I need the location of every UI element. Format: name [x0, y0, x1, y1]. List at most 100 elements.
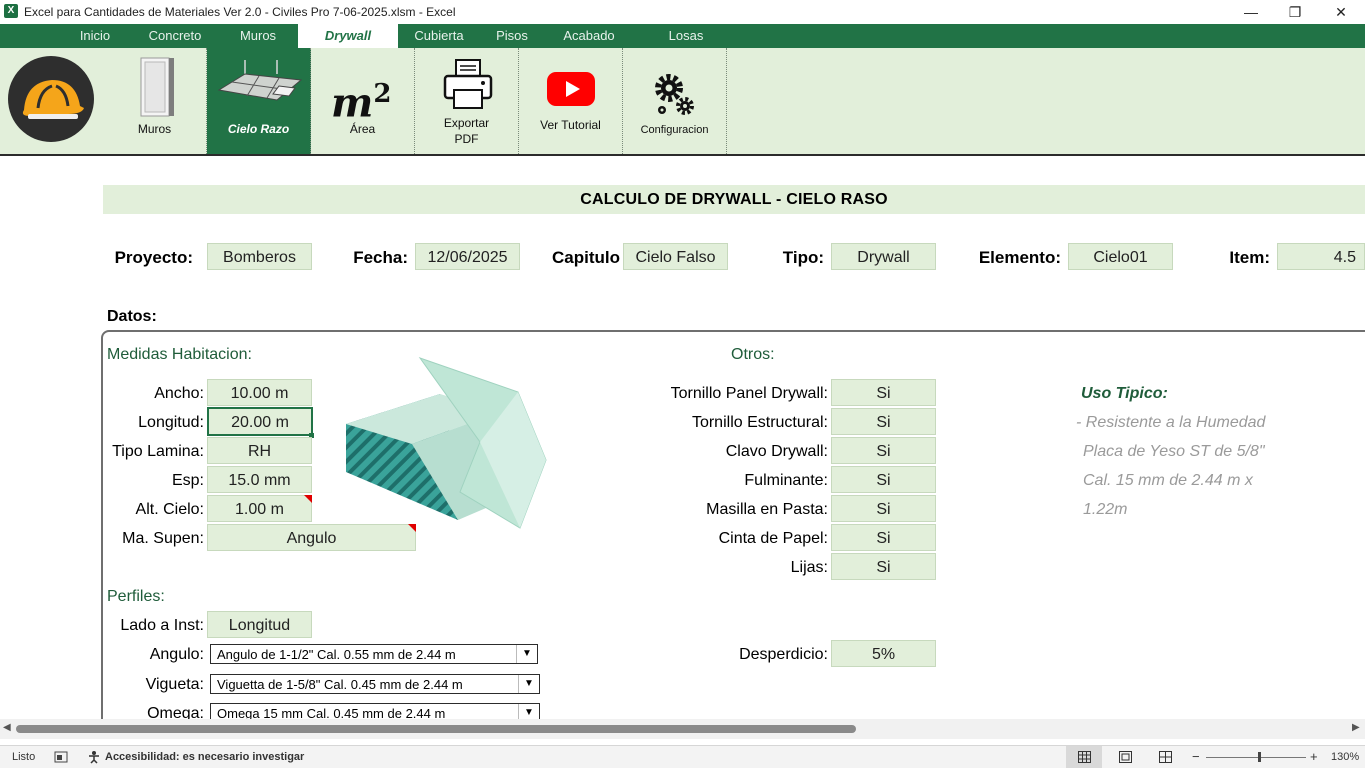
otros-value[interactable]: Si	[831, 524, 936, 551]
page-layout-view-icon[interactable]	[1119, 751, 1132, 763]
zoom-out-button[interactable]: −	[1192, 749, 1200, 764]
desperdicio-label: Desperdicio:	[739, 646, 828, 663]
youtube-icon	[547, 72, 595, 106]
menu-pisos[interactable]: Pisos	[484, 24, 540, 48]
macro-recorder-icon[interactable]	[54, 751, 68, 763]
horizontal-scrollbar[interactable]: ◀ ▶	[0, 719, 1365, 739]
alt-cielo-cell[interactable]: 1.00 m	[207, 495, 312, 522]
tipo-lamina-cell[interactable]: RH	[207, 437, 312, 464]
muros-button[interactable]: Muros	[103, 48, 207, 154]
elemento-cell[interactable]: Cielo01	[1068, 243, 1173, 270]
panel-icon	[140, 57, 174, 117]
esp-cell[interactable]: 15.0 mm	[207, 466, 312, 493]
longitud-label: Longitud:	[138, 414, 204, 431]
menu-cubierta[interactable]: Cubierta	[406, 24, 472, 48]
minimize-button[interactable]: —	[1228, 0, 1274, 24]
fecha-cell[interactable]: 12/06/2025	[415, 243, 520, 270]
uso-tipico-line: 1.22m	[1083, 501, 1128, 518]
scroll-right-icon[interactable]: ▶	[1352, 722, 1360, 733]
menu-inicio[interactable]: Inicio	[64, 24, 126, 48]
lado-cell[interactable]: Longitud	[207, 611, 312, 638]
otros-label: Fulminante:	[744, 472, 828, 489]
ver-tutorial-label: Ver Tutorial	[540, 118, 601, 132]
esp-label: Esp:	[171, 472, 204, 489]
page-break-view-icon[interactable]	[1159, 751, 1172, 763]
angulo-dropdown[interactable]: Angulo de 1-1/2" Cal. 0.55 mm de 2.44 m …	[210, 644, 538, 664]
zoom-in-button[interactable]: +	[1310, 749, 1318, 764]
proyecto-label: Proyecto:	[114, 248, 193, 267]
uso-tipico-title: Uso Tipico:	[1081, 385, 1168, 402]
otros-value[interactable]: Si	[831, 553, 936, 580]
vigueta-label: Vigueta:	[145, 676, 204, 693]
tipo-lamina-label: Tipo Lamina:	[112, 443, 204, 460]
menu-concreto[interactable]: Concreto	[140, 24, 210, 48]
ancho-cell[interactable]: 10.00 m	[207, 379, 312, 406]
title-bar: X Excel para Cantidades de Materiales Ve…	[0, 0, 1365, 24]
exportar-pdf-button[interactable]: Exportar PDF	[415, 48, 519, 154]
muros-label: Muros	[137, 122, 172, 136]
otros-title: Otros:	[731, 346, 775, 363]
accessibility-status[interactable]: Accesibilidad: es necesario investigar	[105, 751, 304, 763]
otros-value[interactable]: Si	[831, 495, 936, 522]
drywall-panels-image	[346, 357, 547, 529]
capitulo-cell[interactable]: Cielo Falso	[623, 243, 728, 270]
vigueta-dropdown[interactable]: Viguetta de 1-5/8" Cal. 0.45 mm de 2.44 …	[210, 674, 540, 694]
menu-acabado[interactable]: Acabado	[556, 24, 622, 48]
zoom-slider[interactable]	[1206, 757, 1306, 758]
otros-label: Tornillo Panel Drywall:	[670, 385, 828, 402]
cielo-razo-label: Cielo Razo	[227, 122, 290, 136]
configuracion-label: Configuracion	[640, 124, 709, 136]
vigueta-value: Viguetta de 1-5/8" Cal. 0.45 mm de 2.44 …	[217, 677, 463, 692]
otros-label: Cinta de Papel:	[718, 530, 828, 547]
otros-label: Tornillo Estructural:	[691, 414, 828, 431]
perfiles-title: Perfiles:	[107, 588, 165, 605]
status-bar: Listo Accesibilidad: es necesario invest…	[0, 745, 1365, 768]
excel-icon: X	[4, 4, 18, 18]
window-title: Excel para Cantidades de Materiales Ver …	[24, 5, 456, 19]
tipo-cell[interactable]: Drywall	[831, 243, 936, 270]
elemento-label: Elemento:	[978, 248, 1061, 267]
item-label: Item:	[1229, 248, 1270, 267]
configuracion-button[interactable]: Configuracion	[623, 48, 727, 154]
scroll-left-icon[interactable]: ◀	[3, 722, 11, 733]
longitud-cell[interactable]: 20.00 m	[207, 407, 313, 436]
lado-label: Lado a Inst:	[120, 617, 204, 634]
scrollbar-thumb[interactable]	[16, 725, 856, 733]
otros-label: Clavo Drywall:	[725, 443, 828, 460]
close-button[interactable]: ✕	[1318, 0, 1364, 24]
proyecto-cell[interactable]: Bomberos	[207, 243, 312, 270]
menu-drywall[interactable]: Drywall	[298, 24, 398, 48]
chevron-down-icon[interactable]: ▼	[518, 675, 539, 693]
menu-muros[interactable]: Muros	[228, 24, 288, 48]
chevron-down-icon[interactable]: ▼	[516, 645, 537, 663]
area-button[interactable]: m2 Área	[311, 48, 415, 154]
fecha-label: Fecha:	[353, 248, 408, 267]
otros-value[interactable]: Si	[831, 408, 936, 435]
datos-label: Datos:	[107, 308, 157, 325]
page-title: CALCULO DE DRYWALL - CIELO RASO	[103, 185, 1365, 214]
uso-tipico-line: Cal. 15 mm de 2.44 m x	[1083, 472, 1253, 489]
helmet-logo	[8, 56, 94, 142]
m2-icon: m2	[331, 74, 391, 123]
ver-tutorial-button[interactable]: Ver Tutorial	[519, 48, 623, 154]
otros-value[interactable]: Si	[831, 379, 936, 406]
cielo-razo-button[interactable]: Cielo Razo	[207, 48, 311, 154]
menu-losas[interactable]: Losas	[656, 24, 716, 48]
capitulo-label: Capitulo	[552, 248, 620, 267]
zoom-level[interactable]: 130%	[1331, 751, 1359, 763]
printer-icon	[443, 59, 493, 109]
accessibility-icon[interactable]	[87, 750, 101, 764]
zoom-slider-thumb[interactable]	[1258, 752, 1261, 762]
angulo-value: Angulo de 1-1/2" Cal. 0.55 mm de 2.44 m	[217, 647, 456, 662]
ceiling-grid-icon	[217, 60, 303, 101]
maximize-button[interactable]: ❐	[1272, 0, 1318, 24]
desperdicio-cell[interactable]: 5%	[831, 640, 936, 667]
alt-cielo-label: Alt. Cielo:	[135, 501, 204, 518]
normal-view-button[interactable]	[1066, 746, 1102, 768]
otros-value[interactable]: Si	[831, 437, 936, 464]
item-cell[interactable]: 4.5	[1277, 243, 1365, 270]
ancho-label: Ancho:	[154, 385, 204, 402]
angulo-label: Angulo:	[149, 646, 204, 663]
otros-value[interactable]: Si	[831, 466, 936, 493]
otros-label: Masilla en Pasta:	[706, 501, 828, 518]
